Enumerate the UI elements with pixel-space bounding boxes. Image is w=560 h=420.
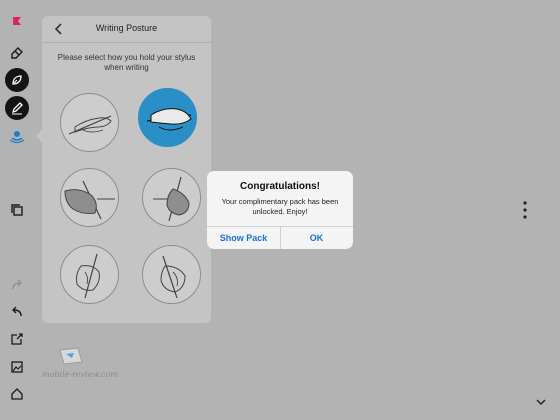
more-options-icon[interactable] — [519, 200, 531, 220]
panel-title: Writing Posture — [95, 23, 158, 33]
hand-writing-icon — [153, 176, 190, 222]
duplicate-icon[interactable] — [5, 198, 29, 222]
stylus-settings-icon[interactable] — [5, 124, 29, 148]
posture-option-1[interactable] — [60, 93, 119, 152]
hand-writing-icon — [64, 180, 115, 220]
home-icon[interactable] — [5, 382, 29, 406]
show-pack-button[interactable]: Show Pack — [207, 227, 280, 249]
dialog-message: Your complimentary pack has been unlocke… — [221, 197, 339, 216]
bookmark-flag-icon[interactable] — [5, 10, 29, 34]
hand-writing-icon — [68, 115, 112, 135]
panel-instructions: Please select how you hold your stylus w… — [57, 53, 196, 72]
posture-option-3[interactable] — [60, 168, 119, 227]
image-icon[interactable] — [5, 355, 29, 379]
pencil-icon[interactable] — [5, 96, 29, 120]
posture-option-4[interactable] — [142, 168, 201, 227]
watermark-text: mobile-review.com — [42, 370, 118, 379]
undo-icon[interactable] — [5, 300, 29, 324]
chevron-down-icon[interactable] — [535, 395, 547, 407]
congratulations-dialog: Congratulations! Your complimentary pack… — [207, 171, 353, 249]
share-icon[interactable] — [5, 327, 29, 351]
hand-writing-icon — [160, 255, 186, 299]
posture-option-6[interactable] — [142, 245, 201, 304]
ok-button[interactable]: OK — [280, 227, 353, 249]
hand-writing-icon — [146, 108, 192, 131]
hand-writing-icon — [76, 253, 100, 299]
posture-option-2[interactable] — [138, 88, 197, 147]
eraser-icon[interactable] — [5, 40, 29, 64]
redo-icon[interactable] — [5, 273, 29, 297]
writing-posture-panel: Writing Posture Please select how you ho… — [42, 16, 211, 323]
left-toolbar — [0, 0, 36, 420]
leaf-brush-icon[interactable] — [5, 68, 29, 92]
dialog-title: Congratulations! — [240, 181, 320, 192]
panel-header: Writing Posture — [42, 16, 211, 43]
posture-option-5[interactable] — [60, 245, 119, 304]
